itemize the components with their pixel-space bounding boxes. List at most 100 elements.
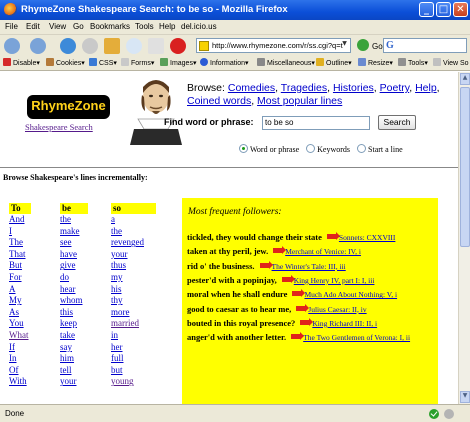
word-link[interactable]: And [9, 214, 31, 226]
word-link[interactable]: more [111, 307, 156, 319]
word-link[interactable]: That [9, 249, 31, 261]
word-link[interactable]: hear [60, 284, 88, 296]
toolbar-images[interactable]: Images▾ [160, 58, 196, 67]
find-input[interactable]: to be so [262, 116, 370, 130]
scroll-thumb[interactable] [460, 87, 470, 247]
radio-checked-icon[interactable] [239, 144, 248, 153]
word-link[interactable]: give [60, 260, 88, 272]
radio-word-or-phrase[interactable]: Word or phrase [239, 144, 299, 154]
home-icon[interactable] [104, 38, 120, 54]
shakespeare-search-link[interactable]: Shakespeare Search [25, 122, 93, 132]
go-icon[interactable] [357, 39, 369, 51]
toolbar-tools[interactable]: Tools▾ [398, 58, 428, 67]
toolbar-view-source[interactable]: View So [433, 58, 469, 67]
radio-keywords[interactable]: Keywords [306, 144, 350, 154]
word-link[interactable]: see [60, 237, 88, 249]
scroll-up-icon[interactable]: ▲ [460, 73, 470, 85]
url-text[interactable]: http://www.rhymezone.com/r/ss.cgi?q=t [212, 41, 343, 50]
toolbar-resize[interactable]: Resize▾ [358, 58, 393, 67]
word-link[interactable]: the [111, 226, 156, 238]
word-link[interactable]: thy [111, 295, 156, 307]
link-poetry[interactable]: Poetry [380, 82, 410, 94]
toolbar-miscellaneous[interactable]: Miscellaneous▾ [257, 58, 315, 67]
maximize-button[interactable]: □ [436, 2, 451, 17]
source-link[interactable]: Much Ado About Nothing: V, i [304, 290, 397, 299]
word-link[interactable]: him [60, 353, 88, 365]
word-link[interactable]: thus [111, 260, 156, 272]
source-link[interactable]: Sonnets: CXXVIII [339, 233, 395, 242]
word-link[interactable]: his [111, 284, 156, 296]
word-link[interactable]: What [9, 330, 31, 342]
radio-unchecked-icon[interactable] [357, 144, 367, 153]
menu-edit[interactable]: Edit [26, 22, 40, 31]
menu-bookmarks[interactable]: Bookmarks [90, 22, 130, 31]
tag-icon[interactable] [148, 38, 164, 54]
link-help[interactable]: Help [415, 82, 437, 94]
menu-tools[interactable]: Tools [135, 22, 154, 31]
minimize-button[interactable]: _ [419, 2, 434, 17]
menu-help[interactable]: Help [159, 22, 175, 31]
word-link[interactable]: married [111, 318, 156, 330]
rhymezone-logo[interactable]: RhymeZone [27, 95, 110, 119]
word-link[interactable]: In [9, 353, 31, 365]
word-link[interactable]: the [60, 214, 88, 226]
source-link[interactable]: King Henry IV, part I: I, iii [294, 276, 375, 285]
menu-view[interactable]: View [49, 22, 66, 31]
bookmark-icon[interactable] [126, 38, 142, 54]
search-button[interactable]: Search [378, 115, 416, 130]
word-link[interactable]: The [9, 237, 31, 249]
forward-icon[interactable] [30, 38, 46, 54]
link-comedies[interactable]: Comedies [228, 82, 275, 94]
word-link[interactable]: For [9, 272, 31, 284]
word-link[interactable]: Of [9, 365, 31, 377]
word-link[interactable]: full [111, 353, 156, 365]
toolbar-disable[interactable]: Disable▾ [3, 58, 40, 67]
word-link[interactable]: keep [60, 318, 88, 330]
toolbar-cookies[interactable]: Cookies▾ [46, 58, 85, 67]
search-box[interactable]: G [383, 38, 467, 53]
menu-file[interactable]: File [5, 22, 18, 31]
word-link[interactable]: young [111, 376, 156, 388]
word-link[interactable]: a [111, 214, 156, 226]
menu-delicious[interactable]: del.icio.us [181, 22, 217, 31]
word-link[interactable]: say [60, 342, 88, 354]
radio-unchecked-icon[interactable] [306, 144, 316, 153]
word-link[interactable]: I [9, 226, 31, 238]
source-link[interactable]: The Two Gentlemen of Verona: I, ii [303, 333, 410, 342]
source-link[interactable]: Merchant of Venice: IV, i [285, 247, 361, 256]
link-most-popular-lines[interactable]: Most popular lines [257, 95, 342, 107]
word-link[interactable]: make [60, 226, 88, 238]
link-histories[interactable]: Histories [333, 82, 374, 94]
word-link[interactable]: take [60, 330, 88, 342]
word-link[interactable]: do [60, 272, 88, 284]
link-tragedies[interactable]: Tragedies [281, 82, 327, 94]
go-button-label[interactable]: Go [372, 42, 383, 51]
stop-icon[interactable] [82, 38, 98, 54]
block-icon[interactable] [170, 38, 186, 54]
scroll-down-icon[interactable]: ▼ [460, 391, 470, 403]
toolbar-information[interactable]: Information▾ [200, 58, 249, 67]
word-link[interactable]: my [111, 272, 156, 284]
vertical-scrollbar[interactable]: ▲ ▼ [458, 72, 470, 404]
word-link[interactable]: tell [60, 365, 88, 377]
toolbar-outline[interactable]: Outline▾ [316, 58, 352, 67]
word-link[interactable]: revenged [111, 237, 156, 249]
word-link[interactable]: My [9, 295, 31, 307]
word-link[interactable]: your [60, 376, 88, 388]
source-link[interactable]: King Richard III: II, i [312, 319, 377, 328]
word-link[interactable]: As [9, 307, 31, 319]
menu-go[interactable]: Go [73, 22, 84, 31]
address-bar[interactable]: http://www.rhymezone.com/r/ss.cgi?q=t ▼ [196, 38, 351, 53]
word-link[interactable]: whom [60, 295, 88, 307]
word-link[interactable]: in [111, 330, 156, 342]
link-coined-words[interactable]: Coined words [187, 95, 251, 107]
word-link[interactable]: If [9, 342, 31, 354]
word-link[interactable]: but [111, 365, 156, 377]
word-link[interactable]: You [9, 318, 31, 330]
word-link[interactable]: her [111, 342, 156, 354]
toolbar-forms[interactable]: Forms▾ [121, 58, 154, 67]
word-link[interactable]: have [60, 249, 88, 261]
word-link[interactable]: A [9, 284, 31, 296]
back-icon[interactable] [4, 38, 20, 54]
radio-start-a-line[interactable]: Start a line [357, 144, 403, 154]
